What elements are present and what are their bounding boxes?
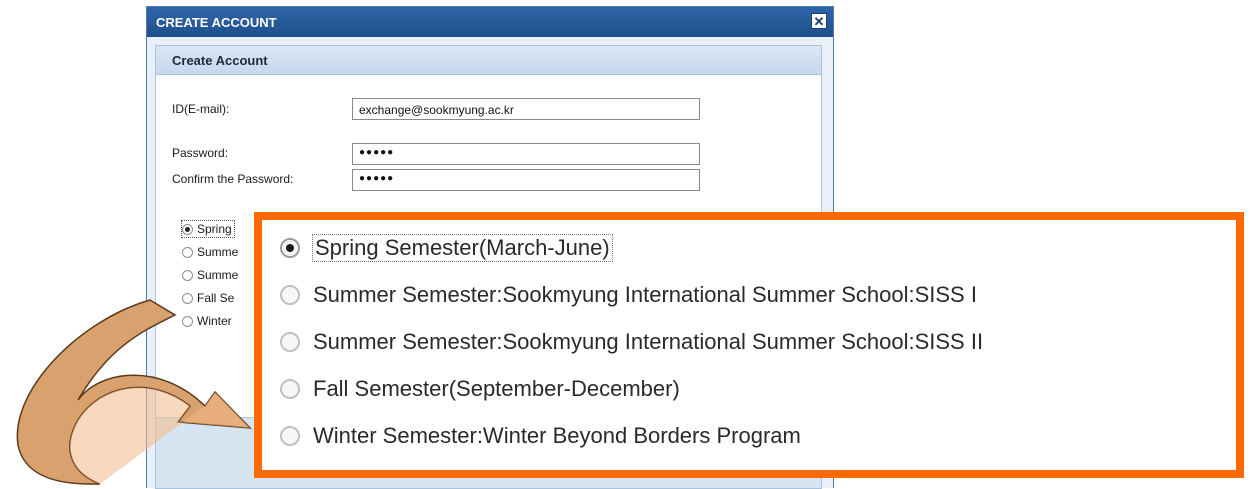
zoom-radio-label: Winter Semester:Winter Beyond Borders Pr… [313,423,801,448]
radio-icon [280,238,300,258]
zoom-radio-summer-2[interactable]: Summer Semester:Sookmyung International … [280,324,983,360]
radio-icon [280,426,300,446]
zoom-radio-label: Summer Semester:Sookmyung International … [313,329,984,354]
radio-icon [280,379,300,399]
close-button[interactable]: ✕ [811,13,827,29]
zoom-callout: Spring Semester(March-June) Summer Semes… [254,212,1244,478]
curved-arrow-icon [16,299,252,485]
radio-icon [280,332,300,352]
zoom-radio-label: Fall Semester(September-December) [313,376,680,401]
zoom-radio-spring[interactable]: Spring Semester(March-June) [280,230,613,266]
radio-icon [280,285,300,305]
id-email-input[interactable]: exchange@sookmyung.ac.kr [352,98,700,120]
zoom-radio-summer-1[interactable]: Summer Semester:Sookmyung International … [280,277,977,313]
zoom-radio-winter[interactable]: Winter Semester:Winter Beyond Borders Pr… [280,418,801,454]
zoom-radio-label: Spring Semester(March-June) [312,234,613,262]
zoom-radio-fall[interactable]: Fall Semester(September-December) [280,371,680,407]
close-icon: ✕ [813,14,825,29]
zoom-radio-label: Summer Semester:Sookmyung International … [313,282,977,307]
confirm-password-input[interactable]: ●●●●● [352,169,700,191]
password-input[interactable]: ●●●●● [352,143,700,165]
arrow-highlight [69,387,250,484]
